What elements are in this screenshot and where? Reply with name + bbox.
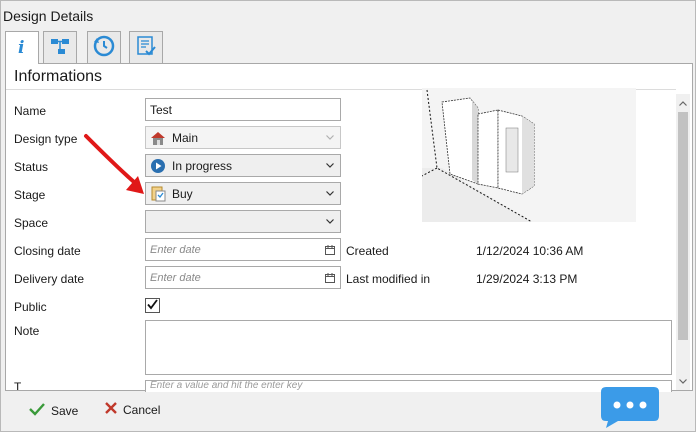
note-label: Note xyxy=(14,324,40,338)
details-panel: Informations Name Test Design type Main … xyxy=(5,63,693,392)
delivery-date-input[interactable]: Enter date xyxy=(145,266,341,289)
calendar-icon[interactable] xyxy=(324,272,336,283)
play-circle-icon xyxy=(150,158,166,174)
note-textarea[interactable] xyxy=(145,320,672,375)
section-title: Informations xyxy=(14,68,103,85)
tab-checklist[interactable] xyxy=(129,31,163,63)
public-checkbox[interactable] xyxy=(145,298,160,313)
save-button[interactable]: Save xyxy=(29,402,78,419)
scroll-down-icon[interactable] xyxy=(676,374,690,388)
space-select[interactable] xyxy=(145,210,341,233)
modified-value: 1/29/2024 3:13 PM xyxy=(476,272,578,286)
house-icon xyxy=(150,130,166,146)
save-label: Save xyxy=(51,403,79,418)
status-value: In progress xyxy=(172,158,233,173)
status-select[interactable]: In progress xyxy=(145,154,341,177)
tags-input[interactable]: Enter a value and hit the enter key xyxy=(145,380,672,392)
scrollbar-thumb[interactable] xyxy=(678,112,688,340)
created-label: Created xyxy=(346,244,389,258)
window-title: Design Details xyxy=(3,8,94,24)
name-input[interactable]: Test xyxy=(145,98,341,121)
closing-date-placeholder: Enter date xyxy=(150,243,201,256)
cancel-label: Cancel xyxy=(123,402,161,417)
closing-date-label: Closing date xyxy=(14,244,81,258)
design-type-label: Design type xyxy=(14,132,78,146)
closing-date-input[interactable]: Enter date xyxy=(145,238,341,261)
stage-select[interactable]: Buy xyxy=(145,182,341,205)
checkmark-icon xyxy=(147,298,158,313)
history-icon xyxy=(92,34,116,61)
scroll-up-icon[interactable] xyxy=(676,96,690,110)
checklist-icon xyxy=(135,35,157,60)
svg-text:i: i xyxy=(18,38,24,58)
tab-history[interactable] xyxy=(87,31,121,63)
design-type-value: Main xyxy=(172,130,199,145)
tab-hierarchy[interactable] xyxy=(43,31,77,63)
chevron-down-icon xyxy=(324,135,336,140)
info-icon: i xyxy=(12,36,32,61)
delivery-date-label: Delivery date xyxy=(14,272,85,286)
status-label: Status xyxy=(14,160,49,174)
checkmark-icon xyxy=(29,402,45,419)
space-label: Space xyxy=(14,216,49,230)
close-icon xyxy=(105,402,117,417)
design-details-window: Design Details i Informations Name Test … xyxy=(0,0,696,432)
tab-info[interactable]: i xyxy=(5,31,39,64)
hierarchy-icon xyxy=(49,36,71,59)
cancel-button[interactable]: Cancel xyxy=(105,402,160,417)
chevron-down-icon xyxy=(324,163,336,168)
public-label: Public xyxy=(14,300,47,314)
delivery-date-placeholder: Enter date xyxy=(150,271,201,284)
design-type-select[interactable]: Main xyxy=(145,126,341,149)
document-icon xyxy=(150,186,166,202)
red-arrow-annotation xyxy=(82,132,148,200)
tags-label: T xyxy=(14,380,22,390)
calendar-icon[interactable] xyxy=(324,244,336,255)
stage-label: Stage xyxy=(14,188,46,202)
chevron-down-icon xyxy=(324,219,336,224)
tags-placeholder: Enter a value and hit the enter key xyxy=(150,380,303,391)
vertical-scrollbar[interactable] xyxy=(676,94,690,390)
dialog-footer: Save Cancel xyxy=(1,392,696,432)
created-value: 1/12/2024 10:36 AM xyxy=(476,244,584,258)
chevron-down-icon xyxy=(324,191,336,196)
chat-button[interactable] xyxy=(598,385,660,429)
name-value: Test xyxy=(150,102,173,117)
design-3d-preview xyxy=(341,88,636,223)
stage-value: Buy xyxy=(172,186,193,201)
name-label: Name xyxy=(14,104,47,118)
modified-label: Last modified in xyxy=(346,272,431,286)
